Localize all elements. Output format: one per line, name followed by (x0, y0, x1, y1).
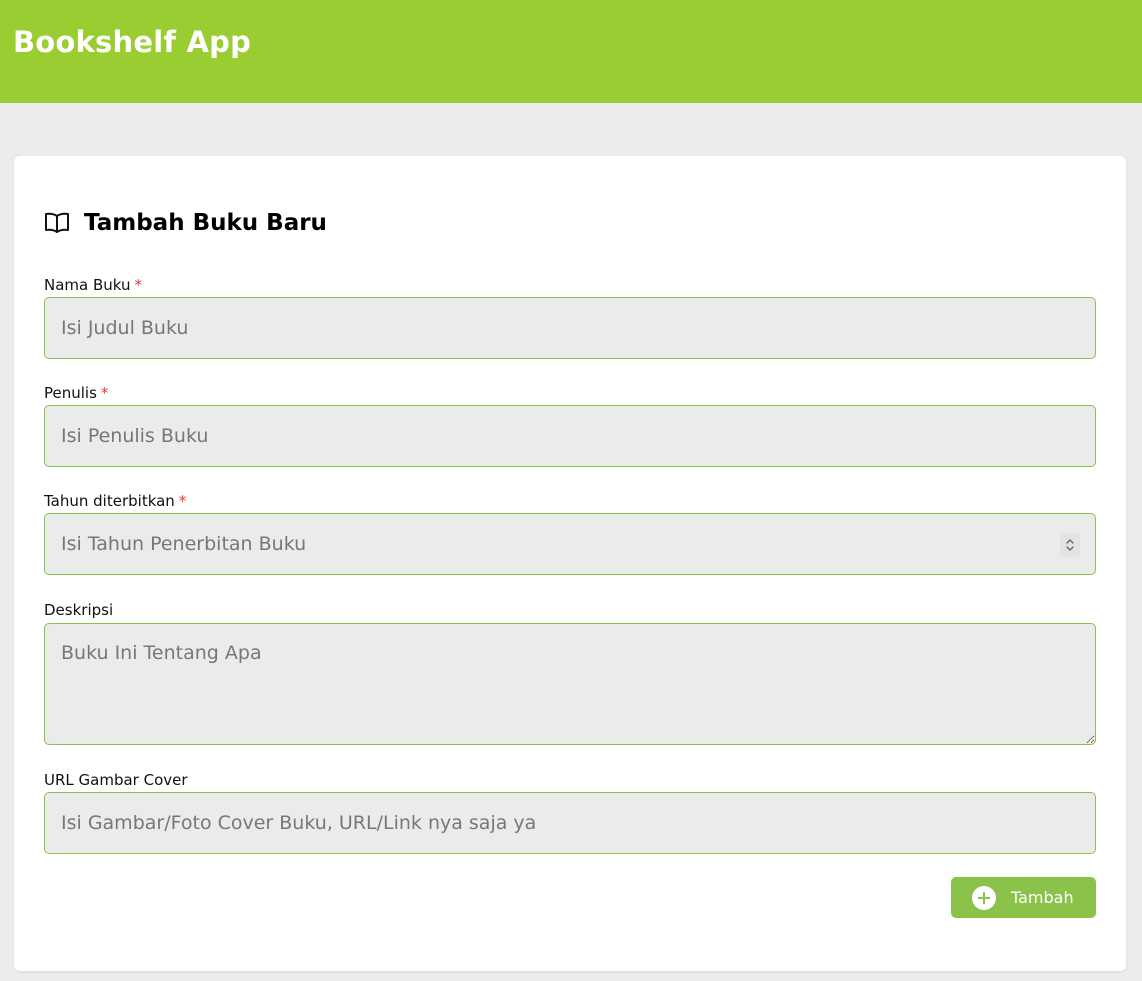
year-input[interactable] (44, 513, 1096, 575)
author-label-text: Penulis (44, 384, 97, 402)
app-title: Bookshelf App (13, 25, 252, 59)
description-label-text: Deskripsi (44, 601, 114, 619)
required-marker: * (134, 276, 143, 294)
form-heading: Tambah Buku Baru (84, 210, 327, 236)
add-book-button[interactable]: Tambah (951, 877, 1096, 918)
cover-url-label: URL Gambar Cover (44, 771, 188, 789)
year-label-text: Tahun diterbitkan (44, 492, 175, 510)
year-spinner[interactable] (1060, 533, 1080, 557)
author-input[interactable] (44, 405, 1096, 467)
title-label: Nama Buku * (44, 276, 142, 294)
add-book-card: Tambah Buku Baru Nama Buku* Penulis* Tah… (14, 156, 1126, 971)
description-textarea[interactable] (44, 623, 1096, 745)
author-label: Penulis * (44, 384, 108, 402)
title-label-text: Nama Buku (44, 276, 131, 294)
chevron-updown-icon (1066, 539, 1074, 551)
book-open-icon (44, 212, 70, 234)
required-marker: * (178, 492, 187, 510)
app-header: Bookshelf App (0, 0, 1142, 103)
plus-circle-icon (972, 885, 996, 910)
cover-url-label-text: URL Gambar Cover (44, 771, 188, 789)
description-label: Deskripsi (44, 601, 113, 619)
cover-url-input[interactable] (44, 792, 1096, 854)
card-heading: Tambah Buku Baru (44, 206, 327, 240)
required-marker: * (100, 384, 109, 402)
year-label: Tahun diterbitkan * (44, 492, 186, 510)
title-input[interactable] (44, 297, 1096, 359)
add-book-button-label: Tambah (1011, 888, 1074, 907)
